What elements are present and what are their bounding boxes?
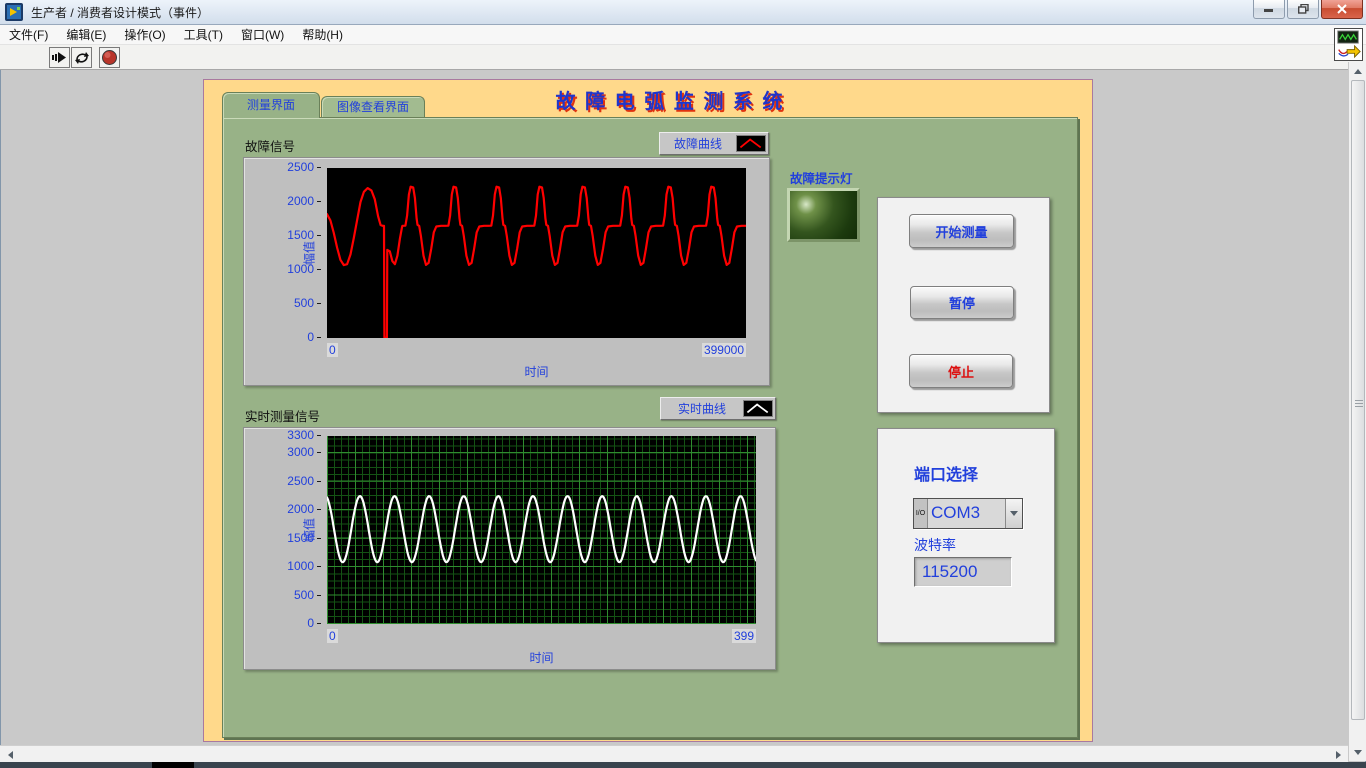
com-port-value[interactable]: COM3 bbox=[928, 499, 1005, 528]
close-button[interactable] bbox=[1321, 0, 1363, 19]
fault-chart-legend[interactable]: 故障曲线 bbox=[659, 132, 769, 155]
vertical-scrollbar[interactable] bbox=[1348, 62, 1366, 761]
scroll-right-button[interactable] bbox=[1331, 747, 1346, 762]
menu-tools[interactable]: 工具(T) bbox=[175, 25, 232, 45]
restore-button[interactable] bbox=[1287, 0, 1319, 19]
fault-chart-x-axis-label: 时间 bbox=[327, 363, 746, 380]
scroll-down-button[interactable] bbox=[1350, 745, 1366, 760]
fault-legend-label: 故障曲线 bbox=[660, 135, 736, 152]
scroll-up-button[interactable] bbox=[1350, 63, 1366, 78]
pause-button[interactable]: 暂停 bbox=[910, 286, 1014, 319]
port-select-title: 端口选择 bbox=[914, 461, 978, 485]
baud-rate-label: 波特率 bbox=[914, 535, 956, 555]
realtime-legend-label: 实时曲线 bbox=[661, 400, 743, 417]
restore-icon bbox=[1298, 4, 1309, 14]
title-bar: 生产者 / 消费者设计模式（事件） bbox=[0, 0, 1366, 25]
realtime-chart-title: 实时测量信号 bbox=[245, 406, 320, 425]
close-icon bbox=[1337, 4, 1347, 14]
scroll-left-button[interactable] bbox=[2, 747, 17, 762]
tab-image-view[interactable]: 图像查看界面 bbox=[321, 96, 425, 118]
y-tick-label: 500 bbox=[294, 296, 321, 310]
arrow-down-icon bbox=[1354, 750, 1362, 759]
fault-led-indicator bbox=[787, 188, 860, 242]
vertical-scroll-thumb[interactable] bbox=[1351, 80, 1365, 720]
horizontal-scrollbar[interactable] bbox=[0, 745, 1348, 762]
y-tick-label: 2000 bbox=[287, 502, 321, 516]
start-measure-button[interactable]: 开始测量 bbox=[909, 214, 1014, 248]
taskbar-edge bbox=[0, 762, 1366, 768]
menu-file[interactable]: 文件(F) bbox=[0, 25, 57, 45]
y-tick-label: 1000 bbox=[287, 262, 321, 276]
minimize-button[interactable] bbox=[1253, 0, 1285, 19]
application-window: 生产者 / 消费者设计模式（事件） 文件(F) 编辑(E) 操作(O) 工具(T… bbox=[0, 0, 1366, 768]
fault-chart-y-axis: 0 500 1000 1500 2000 2500 bbox=[244, 158, 323, 385]
realtime-chart-plot-area bbox=[327, 436, 756, 624]
fault-chart-x-axis: 0 399000 bbox=[327, 343, 746, 359]
abort-button[interactable] bbox=[99, 47, 120, 68]
menu-operate[interactable]: 操作(O) bbox=[115, 25, 174, 45]
com-port-dropdown-button[interactable] bbox=[1005, 499, 1022, 528]
x-tick-label: 399000 bbox=[702, 343, 746, 357]
control-buttons-panel: 开始测量 暂停 停止 bbox=[877, 197, 1050, 413]
fault-legend-line-swatch bbox=[736, 135, 766, 152]
port-selection-panel: 端口选择 I/O COM3 波特率 115200 bbox=[877, 428, 1055, 643]
realtime-chart-x-axis: 0 399 bbox=[327, 629, 756, 645]
run-button[interactable] bbox=[49, 47, 70, 68]
y-tick-label: 1500 bbox=[287, 228, 321, 242]
menu-help[interactable]: 帮助(H) bbox=[293, 25, 352, 45]
x-tick-label: 399 bbox=[732, 629, 756, 643]
realtime-chart-legend[interactable]: 实时曲线 bbox=[660, 397, 776, 420]
fault-signal-chart: 幅值 05001000150020002500 0399000 时间 bbox=[243, 157, 770, 386]
y-tick-label: 500 bbox=[294, 588, 321, 602]
taskbar-peek bbox=[152, 762, 194, 768]
chevron-down-icon bbox=[1010, 511, 1018, 520]
window-title: 生产者 / 消费者设计模式（事件） bbox=[31, 4, 209, 21]
fault-chart-plot-area bbox=[327, 168, 746, 338]
menu-edit[interactable]: 编辑(E) bbox=[57, 25, 115, 45]
x-tick-label: 0 bbox=[327, 629, 338, 643]
arrow-up-icon bbox=[1354, 65, 1362, 74]
fault-led-label: 故障提示灯 bbox=[790, 168, 853, 187]
realtime-signal-chart: 幅值 0500100015002000250030003300 0399 时间 bbox=[243, 427, 776, 670]
toolbar bbox=[0, 45, 1366, 70]
vi-thumbnail-icon[interactable] bbox=[1334, 28, 1363, 61]
tab-measurement[interactable]: 测量界面 bbox=[222, 92, 320, 118]
y-tick-label: 2500 bbox=[287, 160, 321, 174]
menu-window[interactable]: 窗口(W) bbox=[232, 25, 293, 45]
baud-rate-value[interactable]: 115200 bbox=[914, 557, 1012, 587]
y-tick-label: 2500 bbox=[287, 474, 321, 488]
y-tick-label: 1000 bbox=[287, 559, 321, 573]
minimize-icon bbox=[1264, 5, 1274, 14]
y-tick-label: 3000 bbox=[287, 445, 321, 459]
abort-icon bbox=[101, 49, 118, 66]
y-tick-label: 3300 bbox=[287, 428, 321, 442]
system-title: 故 障 电 弧 监 测 系 统 bbox=[420, 85, 920, 114]
visa-io-icon: I/O bbox=[914, 499, 928, 528]
y-tick-label: 0 bbox=[307, 330, 321, 344]
y-tick-label: 0 bbox=[307, 616, 321, 630]
y-tick-label: 1500 bbox=[287, 531, 321, 545]
stop-button[interactable]: 停止 bbox=[909, 354, 1013, 388]
menu-bar: 文件(F) 编辑(E) 操作(O) 工具(T) 窗口(W) 帮助(H) bbox=[0, 25, 1366, 45]
app-icon bbox=[5, 3, 23, 21]
y-tick-label: 2000 bbox=[287, 194, 321, 208]
x-tick-label: 0 bbox=[327, 343, 338, 357]
com-port-combobox[interactable]: I/O COM3 bbox=[913, 498, 1023, 529]
realtime-chart-x-axis-label: 时间 bbox=[327, 649, 756, 666]
run-continuous-button[interactable] bbox=[71, 47, 92, 68]
realtime-legend-line-swatch bbox=[743, 400, 773, 417]
arrow-left-icon bbox=[4, 751, 13, 759]
run-continuous-icon bbox=[74, 50, 90, 66]
fault-chart-title: 故障信号 bbox=[245, 136, 295, 155]
arrow-right-icon bbox=[1336, 751, 1345, 759]
run-icon bbox=[52, 50, 67, 65]
scroll-grip bbox=[1355, 400, 1363, 407]
realtime-chart-y-axis: 0 500 1000 1500 2000 2500 3000 3300 bbox=[244, 428, 323, 669]
